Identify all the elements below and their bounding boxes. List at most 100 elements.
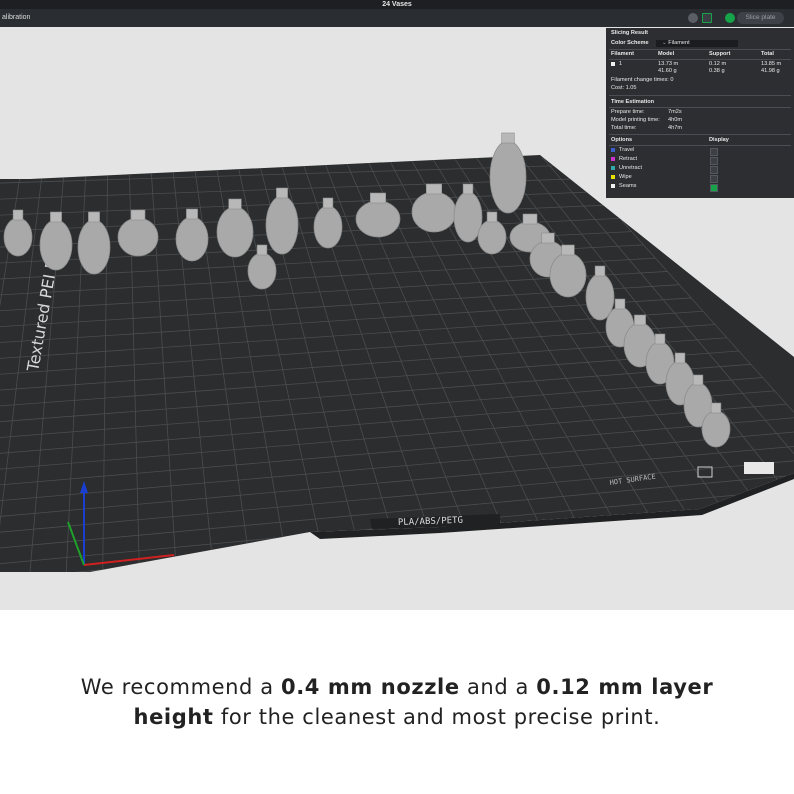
option-label: Retract [619,156,638,162]
plate-corner-mark [744,462,774,474]
vase-model [3,217,33,257]
vase-model [247,252,277,290]
vase-model [489,140,527,214]
cost: Cost: 1.05 [611,85,637,91]
vase-model [117,217,159,257]
view-toggle-icon[interactable] [688,13,698,23]
option-display-checkbox[interactable] [710,175,718,183]
options-header: Options [611,137,633,143]
slice-plate-button[interactable]: Slice plate [737,12,784,24]
vase-model [313,205,343,249]
caption: We recommend a 0.4 mm nozzle and a 0.12 … [0,672,794,732]
vase-model [216,206,254,258]
vase-model [265,195,299,255]
vase-neck [322,197,334,209]
vase-neck [462,183,474,195]
slice-options-icon[interactable] [725,13,735,23]
window-title: 24 Vases [382,1,412,8]
col-support: Support [709,51,731,57]
vase-model [355,200,401,238]
vase-neck [710,402,722,414]
color-scheme-label: Color Scheme [611,40,649,46]
caption-nozzle: 0.4 mm nozzle [281,675,460,699]
model-length: 13.73 m [658,61,679,67]
prepare-time-value: 7m2s [668,109,682,115]
caption-text-3: for the cleanest and most precise print. [213,705,661,729]
vase-neck [486,211,498,223]
printing-time-label: Model printing time: [611,117,660,123]
top-toolbar: alibration Slice plate [0,9,794,28]
option-color-swatch [611,156,615,161]
option-color-swatch [611,183,615,188]
option-label: Wipe [619,174,632,180]
vase-neck [12,209,24,221]
option-label: Seams [619,183,637,189]
vase-neck [522,213,538,225]
time-estimation-title: Time Estimation [611,99,655,105]
total-time-label: Total time: [611,125,637,131]
calibration-tab[interactable]: alibration [0,9,30,27]
vase-neck [276,187,288,199]
vase-neck [634,314,646,326]
vase-neck [256,244,268,256]
color-scheme-value: Filament [668,40,690,46]
prepare-time-label: Prepare time: [611,109,645,115]
divider [609,49,791,50]
divider [609,107,791,108]
layout-icon[interactable] [702,13,712,23]
vase-model [549,252,587,298]
caption-layer: 0.12 mm layer [536,675,714,699]
option-display-checkbox[interactable] [710,166,718,174]
vase-neck [228,198,242,210]
col-model: Model [658,51,675,57]
printing-time-value: 4h0m [668,117,682,123]
vase-model [175,216,209,262]
option-display-checkbox[interactable] [710,157,718,165]
support-length: 0.12 m [709,61,727,67]
col-filament: Filament [611,51,635,57]
vase-neck [88,211,100,223]
vase-neck [369,192,386,204]
option-label: Travel [619,147,635,153]
vase-neck [614,298,626,310]
caption-text-2: and a [459,675,537,699]
caption-text-1: We recommend a [80,675,282,699]
slicing-result-panel: Slicing Result Color Scheme ⌄ Filament F… [606,28,794,198]
vase-neck [594,265,606,277]
vase-model [701,410,731,448]
vase-neck [130,209,146,221]
vase-model [477,219,507,255]
display-header: Display [709,137,729,143]
filament-swatch [611,61,615,66]
vase-neck [561,244,575,256]
vase-neck [50,211,62,223]
vase-model [411,191,457,233]
vase-model [77,219,111,275]
divider [609,134,791,135]
vase-neck [541,232,555,244]
slicing-result-title: Slicing Result [611,30,648,36]
support-weight: 0.38 g [709,68,725,74]
vase-neck [674,352,686,364]
vase-model [39,219,73,271]
option-color-swatch [611,174,615,179]
option-display-checkbox[interactable] [710,184,718,192]
color-scheme-select[interactable]: ⌄ Filament [656,40,738,47]
vase-neck [501,132,515,144]
option-color-swatch [611,147,615,152]
divider [609,145,791,146]
model-weight: 41.60 g [658,68,677,74]
option-label: Unretract [619,165,643,171]
caption-height: height [133,705,214,729]
total-length: 13.85 m [761,61,782,67]
option-row-seams: Seams [611,183,636,190]
divider [609,59,791,60]
total-weight: 41.98 g [761,68,780,74]
filament-id: 1 [619,61,623,67]
vase-neck [654,333,666,345]
filament-change-times: Filament change times: 0 [611,77,674,83]
option-row-travel: Travel [611,147,634,154]
option-display-checkbox[interactable] [710,148,718,156]
option-row-unretract: Unretract [611,165,642,172]
divider [609,95,791,96]
